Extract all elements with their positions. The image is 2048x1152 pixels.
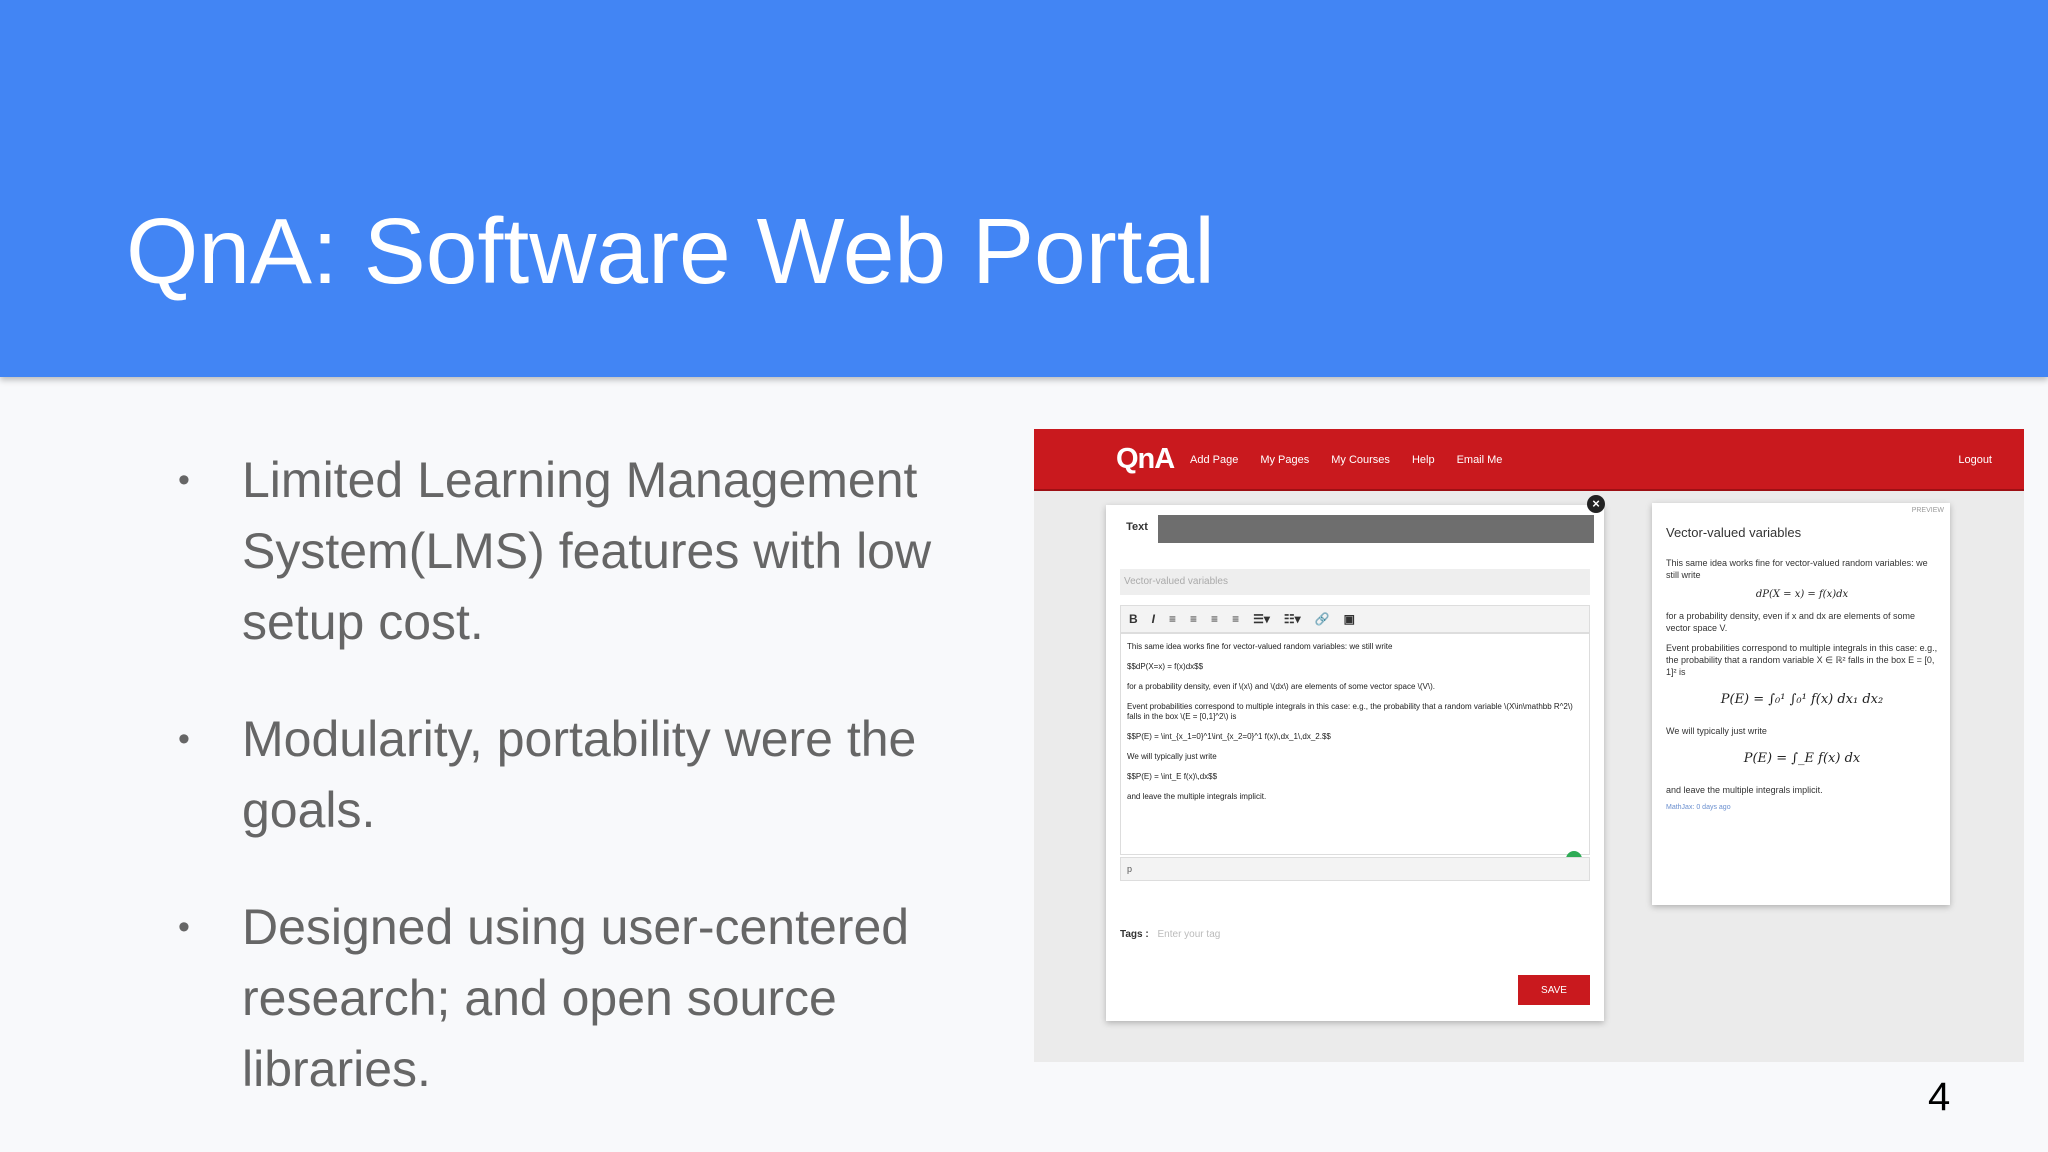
preview-equation: P(E) = ∫₀¹ ∫₀¹ f(x) dx₁ dx₂	[1720, 692, 1884, 707]
bullet-text: Designed using user-centered research; a…	[242, 899, 910, 1097]
bullet-text: Limited Learning Management System(LMS) …	[242, 452, 932, 650]
editor-content[interactable]: This same idea works fine for vector-val…	[1120, 633, 1590, 855]
bullet-icon: •	[178, 720, 190, 758]
preview-label: PREVIEW	[1911, 507, 1944, 514]
preview-paragraph: and leave the multiple integrals implici…	[1666, 785, 1823, 795]
italic-button[interactable]: I	[1152, 612, 1155, 626]
nav-links: Add Page My Pages My Courses Help Email …	[1190, 454, 1502, 466]
page-number: 4	[1928, 1075, 1951, 1119]
editor-line: $$P(E) = \int_E f(x)\,dx$$	[1127, 772, 1218, 781]
editor-status-bar: p	[1120, 857, 1590, 881]
page-title-input[interactable]: Vector-valued variables	[1120, 569, 1590, 595]
tab-text[interactable]: Text	[1116, 515, 1158, 543]
preview-body: This same idea works fine for vector-val…	[1666, 557, 1938, 811]
editor-line: This same idea works fine for vector-val…	[1127, 642, 1393, 651]
title-banner: QnA: Software Web Portal	[0, 0, 2048, 377]
preview-paragraph: We will typically just write	[1666, 726, 1767, 736]
preview-equation: P(E) = ∫_E f(x) dx	[1743, 751, 1861, 766]
align-center-icon[interactable]: ≡	[1190, 612, 1197, 626]
editor-line: and leave the multiple integrals implici…	[1127, 792, 1267, 801]
align-left-icon[interactable]: ≡	[1169, 612, 1176, 626]
bullet-icon: •	[178, 908, 190, 946]
nav-my-pages[interactable]: My Pages	[1260, 454, 1309, 466]
tags-input[interactable]: Enter your tag	[1158, 929, 1221, 940]
bullet-list-icon[interactable]: ☰▾	[1253, 612, 1270, 626]
logout-link[interactable]: Logout	[1958, 454, 1992, 466]
tags-label: Tags :	[1120, 929, 1149, 940]
bullet-item: • Limited Learning Management System(LMS…	[170, 445, 990, 658]
nav-add-page[interactable]: Add Page	[1190, 454, 1238, 466]
app-navbar: QnA Add Page My Pages My Courses Help Em…	[1034, 429, 2024, 491]
preview-paragraph: for a probability density, even if x and…	[1666, 611, 1915, 633]
bullet-item: • Modularity, portability were the goals…	[170, 704, 990, 846]
editor-line: $$P(E) = \int_{x_1=0}^1\int_{x_2=0}^1 f(…	[1127, 732, 1331, 741]
preview-panel: PREVIEW Vector-valued variables This sam…	[1652, 503, 1950, 905]
app-screenshot: QnA Add Page My Pages My Courses Help Em…	[1034, 429, 2024, 1062]
app-logo[interactable]: QnA	[1116, 443, 1175, 476]
editor-line: $$dP(X=x) = f(x)dx$$	[1127, 662, 1204, 671]
link-icon[interactable]: 🔗	[1315, 612, 1330, 626]
slide-title: QnA: Software Web Portal	[126, 199, 1215, 303]
formatting-toolbar: B I ≡ ≡ ≡ ≡ ☰▾ ☷▾ 🔗 ▣	[1120, 605, 1590, 633]
editor-line: Event probabilities correspond to multip…	[1127, 702, 1573, 721]
bullet-item: • Designed using user-centered research;…	[170, 892, 990, 1105]
numbered-list-icon[interactable]: ☷▾	[1284, 612, 1301, 626]
image-icon[interactable]: ▣	[1344, 612, 1355, 626]
nav-help[interactable]: Help	[1412, 454, 1435, 466]
bullet-text: Modularity, portability were the goals.	[242, 711, 917, 838]
align-right-icon[interactable]: ≡	[1211, 612, 1218, 626]
justify-icon[interactable]: ≡	[1232, 612, 1239, 626]
preview-paragraph: Event probabilities correspond to multip…	[1666, 643, 1938, 677]
tags-row: Tags : Enter your tag	[1120, 929, 1220, 940]
preview-equation: dP(X = x) = f(x)dx	[1755, 589, 1849, 600]
bullet-list: • Limited Learning Management System(LMS…	[170, 445, 990, 1151]
nav-my-courses[interactable]: My Courses	[1331, 454, 1390, 466]
nav-email-me[interactable]: Email Me	[1457, 454, 1503, 466]
bold-button[interactable]: B	[1129, 612, 1138, 626]
editor-tab-bar: Text	[1116, 515, 1594, 543]
bullet-icon: •	[178, 461, 190, 499]
editor-panel: Text × Vector-valued variables B I ≡ ≡ ≡…	[1106, 495, 1605, 1021]
save-button[interactable]: SAVE	[1518, 975, 1590, 1005]
preview-paragraph: This same idea works fine for vector-val…	[1666, 558, 1928, 580]
close-icon[interactable]: ×	[1587, 495, 1605, 513]
editor-line: We will typically just write	[1127, 752, 1217, 761]
preview-footer: MathJax: 0 days ago	[1666, 804, 1731, 811]
preview-title: Vector-valued variables	[1666, 525, 1802, 540]
editor-line: for a probability density, even if \(x\)…	[1127, 682, 1435, 691]
